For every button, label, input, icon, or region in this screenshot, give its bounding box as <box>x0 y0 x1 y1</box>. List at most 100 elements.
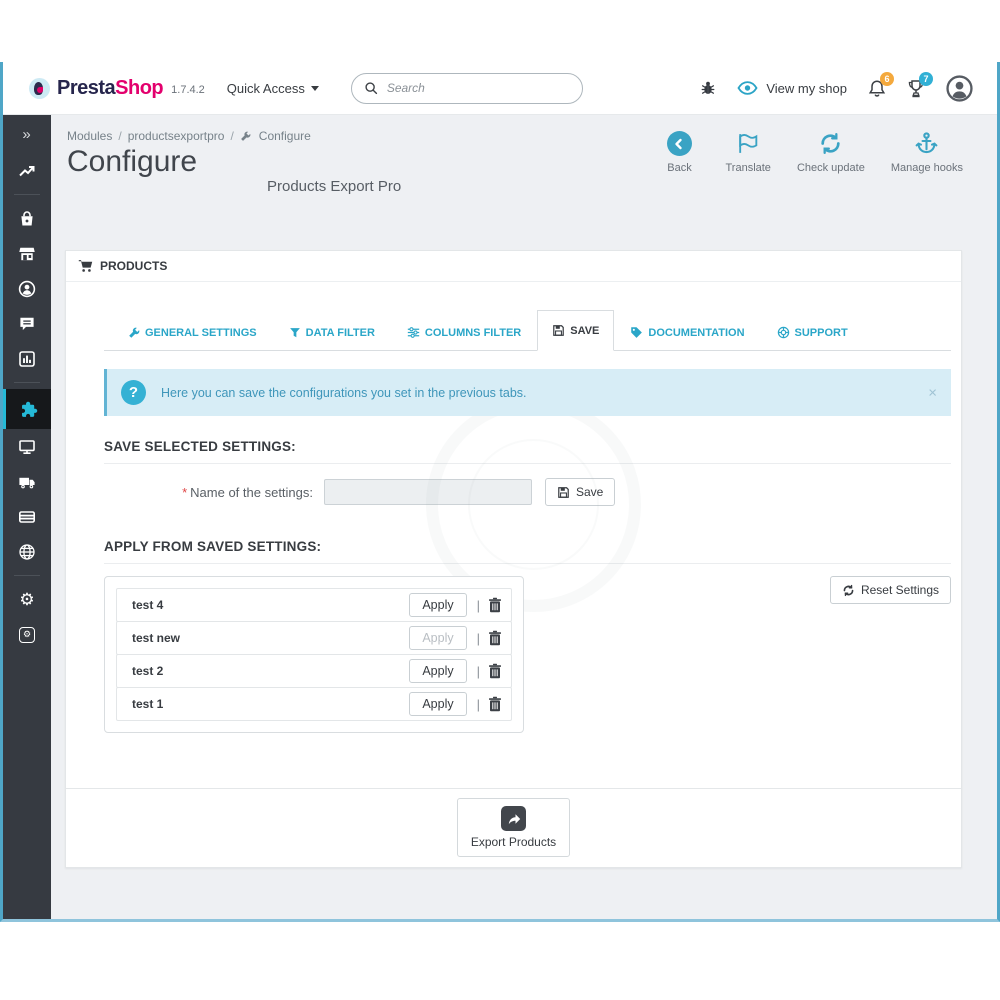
sidebar-item-dashboard[interactable] <box>3 153 51 188</box>
truck-icon <box>18 473 36 491</box>
app-frame: PrestaShop 1.7.4.2 Quick Access Search V… <box>0 62 1000 922</box>
info-alert: ? Here you can save the configurations y… <box>104 369 951 416</box>
panel-footer: Export Products <box>66 788 961 867</box>
close-icon[interactable]: × <box>928 384 937 401</box>
notifications-count-badge: 6 <box>880 71 894 86</box>
sidebar-item-modules-active[interactable] <box>3 389 51 429</box>
trash-icon[interactable] <box>488 696 502 712</box>
sidebar-item-catalog[interactable] <box>3 236 51 271</box>
sidebar-item-payment[interactable] <box>3 499 51 534</box>
notifications-bell[interactable]: 6 <box>868 71 894 98</box>
tag-icon <box>630 326 643 339</box>
saved-setting-row: test 4 Apply | <box>116 588 512 622</box>
tab-general-settings[interactable]: GENERAL SETTINGS <box>112 316 273 350</box>
eye-icon <box>737 81 758 95</box>
quick-access-dropdown[interactable]: Quick Access <box>227 81 319 96</box>
sidebar-nav: » ⚙ ⚙ <box>3 115 51 919</box>
achievements-trophy[interactable]: 7 <box>907 71 933 98</box>
apply-settings-heading: APPLY FROM SAVED SETTINGS: <box>104 539 951 564</box>
filter-funnel-icon <box>289 327 301 339</box>
search-box[interactable] <box>350 72 583 104</box>
settings-name-input[interactable] <box>324 479 532 505</box>
sidebar-item-advanced-parameters[interactable]: ⚙ <box>3 617 51 652</box>
saved-setting-row: test 2 Apply | <box>116 654 512 688</box>
question-mark-icon: ? <box>121 380 146 405</box>
achievements-count-badge: 7 <box>919 71 933 86</box>
view-my-shop-link[interactable]: View my shop <box>737 81 847 96</box>
apply-button[interactable]: Apply <box>409 692 467 716</box>
credit-card-icon <box>18 508 36 526</box>
version-label: 1.7.4.2 <box>171 84 205 96</box>
search-icon <box>364 81 378 95</box>
topbar-right: View my shop 6 7 <box>700 71 973 102</box>
bar-chart-icon <box>18 350 36 368</box>
tab-save-active[interactable]: SAVE <box>537 310 615 351</box>
saved-setting-row: test new Apply | <box>116 621 512 655</box>
screenshot-canvas: PrestaShop 1.7.4.2 Quick Access Search V… <box>0 0 1000 1000</box>
debug-bug-icon[interactable] <box>700 80 716 96</box>
apply-button[interactable]: Apply <box>409 593 467 617</box>
saved-setting-row: test 1 Apply | <box>116 687 512 721</box>
search-input[interactable] <box>386 81 547 95</box>
anchor-icon <box>914 131 939 156</box>
floppy-disk-icon <box>557 486 570 499</box>
shopping-bag-icon <box>18 210 36 228</box>
page-toolbar: Back Translate Check update Manage hooks <box>659 131 963 174</box>
account-avatar-icon[interactable] <box>946 74 973 102</box>
save-button[interactable]: Save <box>545 478 616 506</box>
breadcrumb-module-name[interactable]: productsexportpro <box>128 129 225 143</box>
panel-body: GENERAL SETTINGS DATA FILTER COLUMNS FIL… <box>66 282 961 733</box>
sidebar-item-orders[interactable] <box>3 201 51 236</box>
gear-square-icon: ⚙ <box>19 626 35 643</box>
cart-icon <box>78 259 93 273</box>
trash-icon[interactable] <box>488 597 502 613</box>
sidebar-item-international[interactable] <box>3 534 51 569</box>
page-subtitle: Products Export Pro <box>267 178 402 195</box>
topbar: PrestaShop 1.7.4.2 Quick Access Search V… <box>3 62 997 115</box>
caret-down-icon <box>310 85 319 91</box>
settings-name-row: * Name of the settings: Save <box>104 478 951 506</box>
main-content: Modules / productsexportpro / Configure … <box>51 115 997 919</box>
tab-support[interactable]: SUPPORT <box>761 315 864 350</box>
sidebar-item-stats[interactable] <box>3 341 51 376</box>
check-update-button[interactable]: Check update <box>797 131 865 174</box>
back-arrow-icon <box>666 131 692 156</box>
saved-setting-name: test 4 <box>132 598 164 612</box>
prestashop-logo[interactable]: PrestaShop <box>29 77 164 100</box>
refresh-icon <box>818 131 843 156</box>
translate-button[interactable]: Translate <box>725 131 771 174</box>
sidebar-item-customers[interactable] <box>3 271 51 306</box>
saved-settings-list: test 4 Apply | test new Apply | test 2 A… <box>104 576 524 733</box>
breadcrumb-modules[interactable]: Modules <box>67 129 112 143</box>
export-products-button[interactable]: Export Products <box>456 798 571 857</box>
wrench-icon <box>128 327 140 339</box>
apply-settings-area: test 4 Apply | test new Apply | test 2 A… <box>104 576 951 733</box>
title-row: Configure Products Export Pro Back Trans… <box>67 131 963 203</box>
prestashop-mascot-icon <box>29 77 50 99</box>
back-button[interactable]: Back <box>659 131 699 174</box>
sidebar-item-customer-service[interactable] <box>3 306 51 341</box>
saved-setting-name: test new <box>132 631 181 645</box>
trash-icon[interactable] <box>488 663 502 679</box>
trash-icon[interactable] <box>488 630 502 646</box>
sidebar-expand-toggle[interactable]: » <box>3 115 51 153</box>
sliders-icon <box>407 326 420 339</box>
settings-name-label: * Name of the settings: <box>182 484 313 500</box>
manage-hooks-button[interactable]: Manage hooks <box>891 131 963 174</box>
apply-button-disabled[interactable]: Apply <box>409 626 467 650</box>
sidebar-item-shipping[interactable] <box>3 464 51 499</box>
monitor-icon <box>18 438 36 456</box>
tab-documentation[interactable]: DOCUMENTATION <box>614 315 760 350</box>
storefront-icon <box>18 245 36 263</box>
saved-setting-name: test 1 <box>132 697 164 711</box>
reset-settings-button[interactable]: Reset Settings <box>829 576 951 604</box>
sidebar-item-design[interactable] <box>3 429 51 464</box>
wrench-icon <box>240 131 251 142</box>
sidebar-divider <box>14 194 40 195</box>
life-ring-icon <box>777 326 790 339</box>
sidebar-item-shop-parameters[interactable]: ⚙ <box>3 582 51 617</box>
tab-columns-filter[interactable]: COLUMNS FILTER <box>391 315 537 350</box>
apply-button[interactable]: Apply <box>409 659 467 683</box>
breadcrumb-configure: Configure <box>258 129 311 143</box>
tab-data-filter[interactable]: DATA FILTER <box>273 316 391 350</box>
